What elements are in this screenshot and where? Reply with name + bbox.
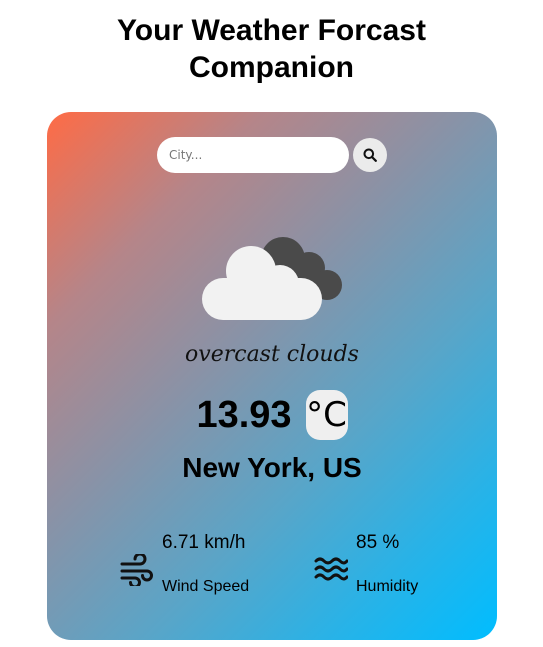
temperature-value: 13.93 (196, 394, 292, 436)
wind-speed-label: Wind Speed (162, 578, 250, 595)
overcast-clouds-icon (202, 237, 342, 320)
city-search-input[interactable] (157, 137, 349, 173)
wind-speed-value: 6.71 km/h (162, 532, 246, 553)
humidity-value: 85 % (356, 532, 400, 553)
humidity-label: Humidity (356, 578, 419, 595)
humidity-waves-icon (314, 557, 348, 581)
temperature-row: 13.93 °C (47, 390, 497, 440)
search-bar (157, 137, 387, 173)
weather-card: overcast clouds 13.93 °C New York, US 6.… (47, 112, 497, 640)
weather-app: Your Weather Forcast Companion City... o… (0, 0, 543, 647)
humidity-detail: 85 % Humidity (314, 532, 464, 598)
wind-icon (120, 554, 153, 586)
weather-description: overcast clouds (185, 342, 359, 367)
temperature-unit-toggle[interactable]: °C (305, 390, 348, 440)
search-icon (363, 148, 377, 162)
wind-speed-detail: 6.71 km/h Wind Speed (120, 532, 280, 598)
page-title: Your Weather Forcast Companion (0, 12, 543, 86)
search-button[interactable] (353, 138, 387, 172)
city-name: New York, US (182, 452, 362, 483)
page-title-line-1: Your Weather Forcast (117, 14, 426, 47)
page-title-line-2: Companion (189, 51, 354, 84)
